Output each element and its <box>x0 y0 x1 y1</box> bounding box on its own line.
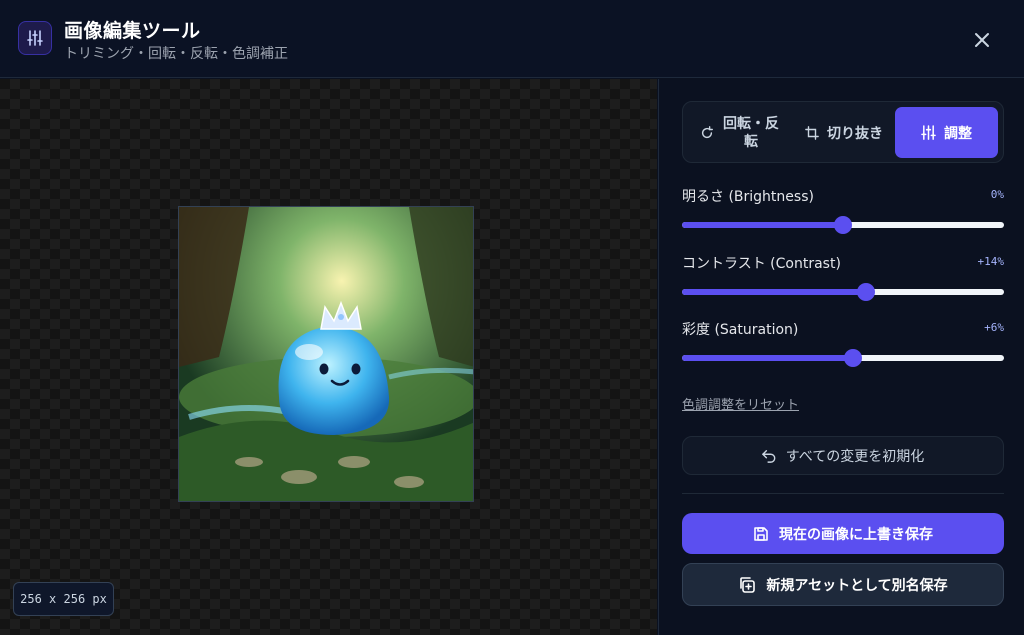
undo-icon <box>761 449 776 463</box>
contrast-value: +14% <box>977 255 1005 268</box>
saturation-slider-fill <box>682 355 853 361</box>
edit-mode-tabs: 回転・反転 切り抜き 調整 <box>682 101 1004 163</box>
saturation-slider[interactable] <box>682 349 1004 367</box>
rotate-icon <box>701 125 713 138</box>
save-as-new-label: 新規アセットとして別名保存 <box>766 577 948 594</box>
saturation-slider-thumb[interactable] <box>843 349 862 367</box>
close-button[interactable] <box>966 24 998 56</box>
saturation-label: 彩度 (Saturation) <box>682 322 799 338</box>
tab-rotate-flip-label: 回転・反転 <box>723 115 779 150</box>
tab-rotate-flip[interactable]: 回転・反転 <box>689 107 791 158</box>
image-dimensions-badge: 256 x 256 px <box>13 582 114 616</box>
dialog-header: 画像編集ツール トリミング・回転・反転・色調補正 <box>0 0 1024 78</box>
brightness-slider-fill <box>682 222 843 228</box>
sliders-icon <box>921 125 936 140</box>
dialog-title: 画像編集ツール <box>64 20 201 42</box>
adjustment-panel: 回転・反転 切り抜き 調整 明るさ (Brightness) 0% コントラスト… <box>658 79 1024 635</box>
brightness-slider[interactable] <box>682 216 1004 234</box>
brightness-label: 明るさ (Brightness) <box>682 189 814 205</box>
copy-plus-icon <box>740 576 756 593</box>
brightness-value: 0% <box>990 188 1004 201</box>
tab-adjust-label: 調整 <box>944 125 972 142</box>
dialog-subtitle: トリミング・回転・反転・色調補正 <box>64 46 288 62</box>
brightness-slider-thumb[interactable] <box>834 216 852 234</box>
close-icon <box>975 33 989 47</box>
reset-all-label: すべての変更を初期化 <box>785 448 925 465</box>
reset-all-button[interactable]: すべての変更を初期化 <box>682 436 1004 475</box>
saturation-value: +6% <box>984 321 1004 334</box>
sliders-icon <box>18 21 52 55</box>
contrast-slider-fill <box>682 289 866 295</box>
save-as-new-button[interactable]: 新規アセットとして別名保存 <box>682 563 1004 606</box>
tab-crop-label: 切り抜き <box>827 125 883 142</box>
tab-adjust[interactable]: 調整 <box>895 107 998 158</box>
save-overwrite-button[interactable]: 現在の画像に上書き保存 <box>682 513 1004 554</box>
contrast-slider-thumb[interactable] <box>856 283 875 301</box>
image-preview <box>178 206 474 502</box>
save-icon <box>754 526 768 541</box>
image-canvas[interactable]: 256 x 256 px <box>0 79 657 635</box>
save-overwrite-label: 現在の画像に上書き保存 <box>779 526 933 543</box>
panel-divider <box>682 493 1004 494</box>
tab-crop[interactable]: 切り抜き <box>793 107 895 158</box>
reset-color-link[interactable]: 色調調整をリセット <box>682 394 799 413</box>
crop-icon <box>805 125 819 140</box>
contrast-slider[interactable] <box>682 283 1004 301</box>
contrast-label: コントラスト (Contrast) <box>682 256 841 272</box>
